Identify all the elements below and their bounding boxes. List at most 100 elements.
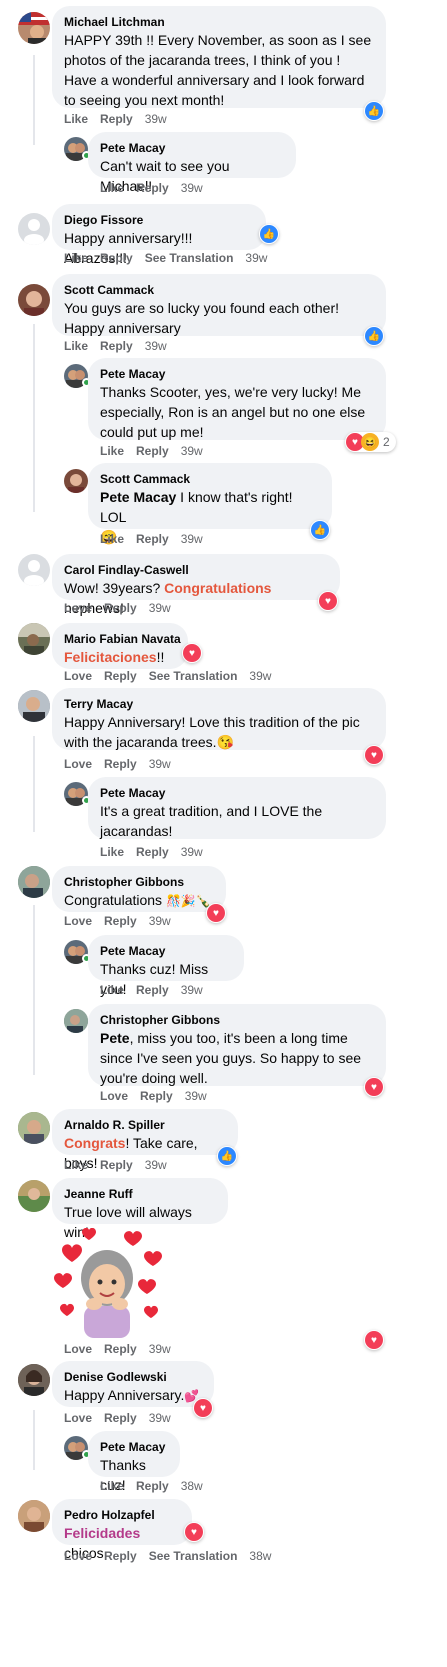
comment-author[interactable]: Pete Macay	[100, 943, 232, 959]
avatar[interactable]	[18, 1364, 50, 1396]
timestamp[interactable]: 39w	[181, 983, 203, 997]
reply-button[interactable]: Reply	[136, 532, 169, 546]
avatar[interactable]	[64, 1009, 88, 1033]
like-button[interactable]: Like	[100, 181, 124, 195]
reply-button[interactable]: Reply	[104, 757, 137, 771]
like-button[interactable]: Like	[64, 112, 88, 126]
like-button[interactable]: Like	[100, 845, 124, 859]
reply-button[interactable]: Reply	[100, 112, 133, 126]
comment-author[interactable]: Jeanne Ruff	[64, 1186, 216, 1202]
mention-link[interactable]: Pete	[100, 1030, 130, 1046]
like-button[interactable]: Like	[100, 444, 124, 458]
reaction-badge[interactable]: ♥	[364, 745, 384, 765]
avatar[interactable]	[18, 213, 50, 245]
mention-link[interactable]: Pete Macay	[100, 489, 176, 505]
love-button[interactable]: Love	[64, 914, 92, 928]
timestamp[interactable]: 38w	[181, 1479, 203, 1493]
comment-author[interactable]: Scott Cammack	[64, 282, 374, 298]
timestamp[interactable]: 38w	[249, 1549, 271, 1563]
reply-button[interactable]: Reply	[136, 983, 169, 997]
avatar[interactable]	[18, 1180, 50, 1212]
comment-author[interactable]: Scott Cammack	[100, 471, 320, 487]
reply-button[interactable]: Reply	[136, 444, 169, 458]
reply-button[interactable]: Reply	[136, 1479, 169, 1493]
see-translation-button[interactable]: See Translation	[149, 669, 238, 683]
comment-author[interactable]: Pete Macay	[100, 366, 374, 382]
reply-button[interactable]: Reply	[104, 914, 137, 928]
reply-button[interactable]: Reply	[100, 251, 133, 265]
like-button[interactable]: Like	[64, 1158, 88, 1172]
like-button[interactable]: Like	[100, 1479, 124, 1493]
comment-author[interactable]: Diego Fissore	[64, 212, 254, 228]
see-translation-button[interactable]: See Translation	[145, 251, 234, 265]
reaction-badge[interactable]: ♥	[193, 1398, 213, 1418]
like-button[interactable]: Like	[64, 339, 88, 353]
timestamp[interactable]: 39w	[149, 914, 171, 928]
reaction-badge[interactable]: ♥	[184, 1522, 204, 1542]
reply-button[interactable]: Reply	[140, 1089, 173, 1103]
reply-button[interactable]: Reply	[104, 669, 137, 683]
reply-button[interactable]: Reply	[136, 845, 169, 859]
timestamp[interactable]: 39w	[185, 1089, 207, 1103]
love-button[interactable]: Love	[64, 1342, 92, 1356]
reply-button[interactable]: Reply	[104, 601, 137, 615]
reply-button[interactable]: Reply	[104, 1549, 137, 1563]
love-button[interactable]: Love	[64, 601, 92, 615]
like-button[interactable]: Like	[100, 983, 124, 997]
comment-author[interactable]: Pete Macay	[100, 140, 284, 156]
love-button[interactable]: Love	[64, 1411, 92, 1425]
reaction-badge[interactable]: 👍	[310, 520, 330, 540]
comment-author[interactable]: Terry Macay	[64, 696, 374, 712]
reaction-badge[interactable]: ♥	[364, 1077, 384, 1097]
comment-author[interactable]: Carol Findlay-Caswell	[64, 562, 328, 578]
avatar[interactable]	[18, 623, 50, 655]
timestamp[interactable]: 39w	[149, 1342, 171, 1356]
reaction-badge[interactable]: ♥	[206, 903, 226, 923]
avatar[interactable]	[18, 866, 50, 898]
reaction-badge[interactable]: 👍	[259, 224, 279, 244]
reply-button[interactable]: Reply	[104, 1411, 137, 1425]
timestamp[interactable]: 39w	[181, 444, 203, 458]
comment-author[interactable]: Michael Litchman	[64, 14, 374, 30]
comment-author[interactable]: Mario Fabian Navata	[64, 631, 181, 647]
timestamp[interactable]: 39w	[245, 251, 267, 265]
love-button[interactable]: Love	[64, 669, 92, 683]
avatar[interactable]	[18, 1112, 50, 1144]
avatar[interactable]	[18, 284, 50, 316]
comment-author[interactable]: Christopher Gibbons	[100, 1012, 374, 1028]
reaction-badge[interactable]: ♥	[182, 643, 202, 663]
avatar[interactable]	[18, 12, 50, 44]
comment-author[interactable]: Denise Godlewski	[64, 1369, 202, 1385]
reaction-badge[interactable]: ♥ 😆 2	[345, 432, 396, 452]
avatar[interactable]	[18, 554, 50, 586]
timestamp[interactable]: 39w	[145, 339, 167, 353]
see-translation-button[interactable]: See Translation	[149, 1549, 238, 1563]
avatar[interactable]	[18, 690, 50, 722]
timestamp[interactable]: 39w	[249, 669, 271, 683]
reaction-badge[interactable]: ♥	[364, 1330, 384, 1350]
comment-author[interactable]: Pedro Holzapfel	[64, 1507, 180, 1523]
timestamp[interactable]: 39w	[149, 757, 171, 771]
comment-author[interactable]: Arnaldo R. Spiller	[64, 1117, 226, 1133]
like-button[interactable]: Like	[100, 532, 124, 546]
timestamp[interactable]: 39w	[181, 845, 203, 859]
timestamp[interactable]: 39w	[145, 112, 167, 126]
reply-button[interactable]: Reply	[136, 181, 169, 195]
like-button[interactable]: Like	[64, 251, 88, 265]
reply-button[interactable]: Reply	[100, 339, 133, 353]
love-button[interactable]: Love	[100, 1089, 128, 1103]
timestamp[interactable]: 39w	[181, 181, 203, 195]
reaction-badge[interactable]: ♥	[318, 591, 338, 611]
comment-author[interactable]: Pete Macay	[100, 785, 374, 801]
timestamp[interactable]: 39w	[145, 1158, 167, 1172]
avatar[interactable]	[64, 469, 88, 493]
love-button[interactable]: Love	[64, 757, 92, 771]
reaction-badge[interactable]: 👍	[364, 101, 384, 121]
comment-author[interactable]: Pete Macay	[100, 1439, 168, 1455]
timestamp[interactable]: 39w	[149, 601, 171, 615]
reaction-badge[interactable]: 👍	[364, 326, 384, 346]
love-button[interactable]: Love	[64, 1549, 92, 1563]
comment-author[interactable]: Christopher Gibbons	[64, 874, 214, 890]
avatar[interactable]	[18, 1500, 50, 1532]
reply-button[interactable]: Reply	[100, 1158, 133, 1172]
